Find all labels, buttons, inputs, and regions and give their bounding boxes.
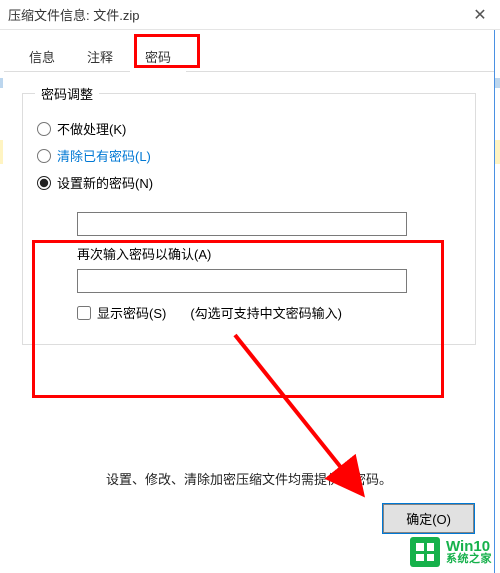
- radio-set[interactable]: [37, 176, 51, 190]
- radio-row-set[interactable]: 设置新的密码(N): [37, 173, 463, 192]
- radio-set-label: 设置新的密码(N): [57, 173, 153, 192]
- show-password-checkbox[interactable]: [77, 306, 91, 320]
- radio-row-clear[interactable]: 清除已有密码(L): [37, 146, 463, 165]
- tab-label: 信息: [29, 50, 55, 65]
- ok-button-label: 确定(O): [406, 512, 451, 527]
- tab-label: 注释: [87, 50, 113, 65]
- fieldset-password-adjust: 密码调整 不做处理(K) 清除已有密码(L) 设置新的密码(N) 再次输入密码以…: [22, 84, 476, 345]
- tab-label: 密码: [145, 50, 171, 65]
- show-password-label: 显示密码(S): [97, 303, 166, 322]
- watermark-text: Win10 系统之家: [446, 539, 492, 565]
- close-button[interactable]: ✕: [460, 0, 500, 30]
- tab-content-password: 密码调整 不做处理(K) 清除已有密码(L) 设置新的密码(N) 再次输入密码以…: [4, 72, 494, 498]
- title-bar: 压缩文件信息: 文件.zip ✕: [0, 0, 500, 30]
- close-icon: ✕: [473, 5, 486, 25]
- radio-row-none[interactable]: 不做处理(K): [37, 119, 463, 138]
- tab-password[interactable]: 密码: [130, 40, 186, 72]
- radio-none[interactable]: [37, 122, 51, 136]
- tab-info[interactable]: 信息: [14, 40, 70, 72]
- show-password-hint: (勾选可支持中文密码输入): [190, 303, 342, 322]
- password-input[interactable]: [77, 212, 407, 236]
- radio-clear[interactable]: [37, 149, 51, 163]
- radio-clear-label: 清除已有密码(L): [57, 146, 151, 165]
- confirm-password-label: 再次输入密码以确认(A): [77, 244, 457, 263]
- footer-note: 设置、修改、清除加密压缩文件均需提供原密码。: [22, 469, 476, 488]
- tab-bar: 信息 注释 密码: [4, 38, 494, 72]
- fieldset-legend: 密码调整: [35, 84, 99, 103]
- watermark-logo-icon: [410, 537, 440, 567]
- dialog-body: 信息 注释 密码 密码调整 不做处理(K) 清除已有密码(L) 设置新的密码(N…: [4, 30, 494, 573]
- set-password-block: 再次输入密码以确认(A) 显示密码(S) (勾选可支持中文密码输入): [35, 200, 463, 330]
- window-title: 压缩文件信息: 文件.zip: [8, 5, 460, 24]
- watermark: Win10 系统之家: [410, 537, 492, 567]
- confirm-password-input[interactable]: [77, 269, 407, 293]
- show-password-row: 显示密码(S) (勾选可支持中文密码输入): [77, 303, 457, 322]
- tab-comment[interactable]: 注释: [72, 40, 128, 72]
- radio-none-label: 不做处理(K): [57, 119, 126, 138]
- watermark-line2: 系统之家: [446, 554, 492, 565]
- ok-button[interactable]: 确定(O): [383, 504, 474, 533]
- watermark-line1: Win10: [446, 539, 492, 554]
